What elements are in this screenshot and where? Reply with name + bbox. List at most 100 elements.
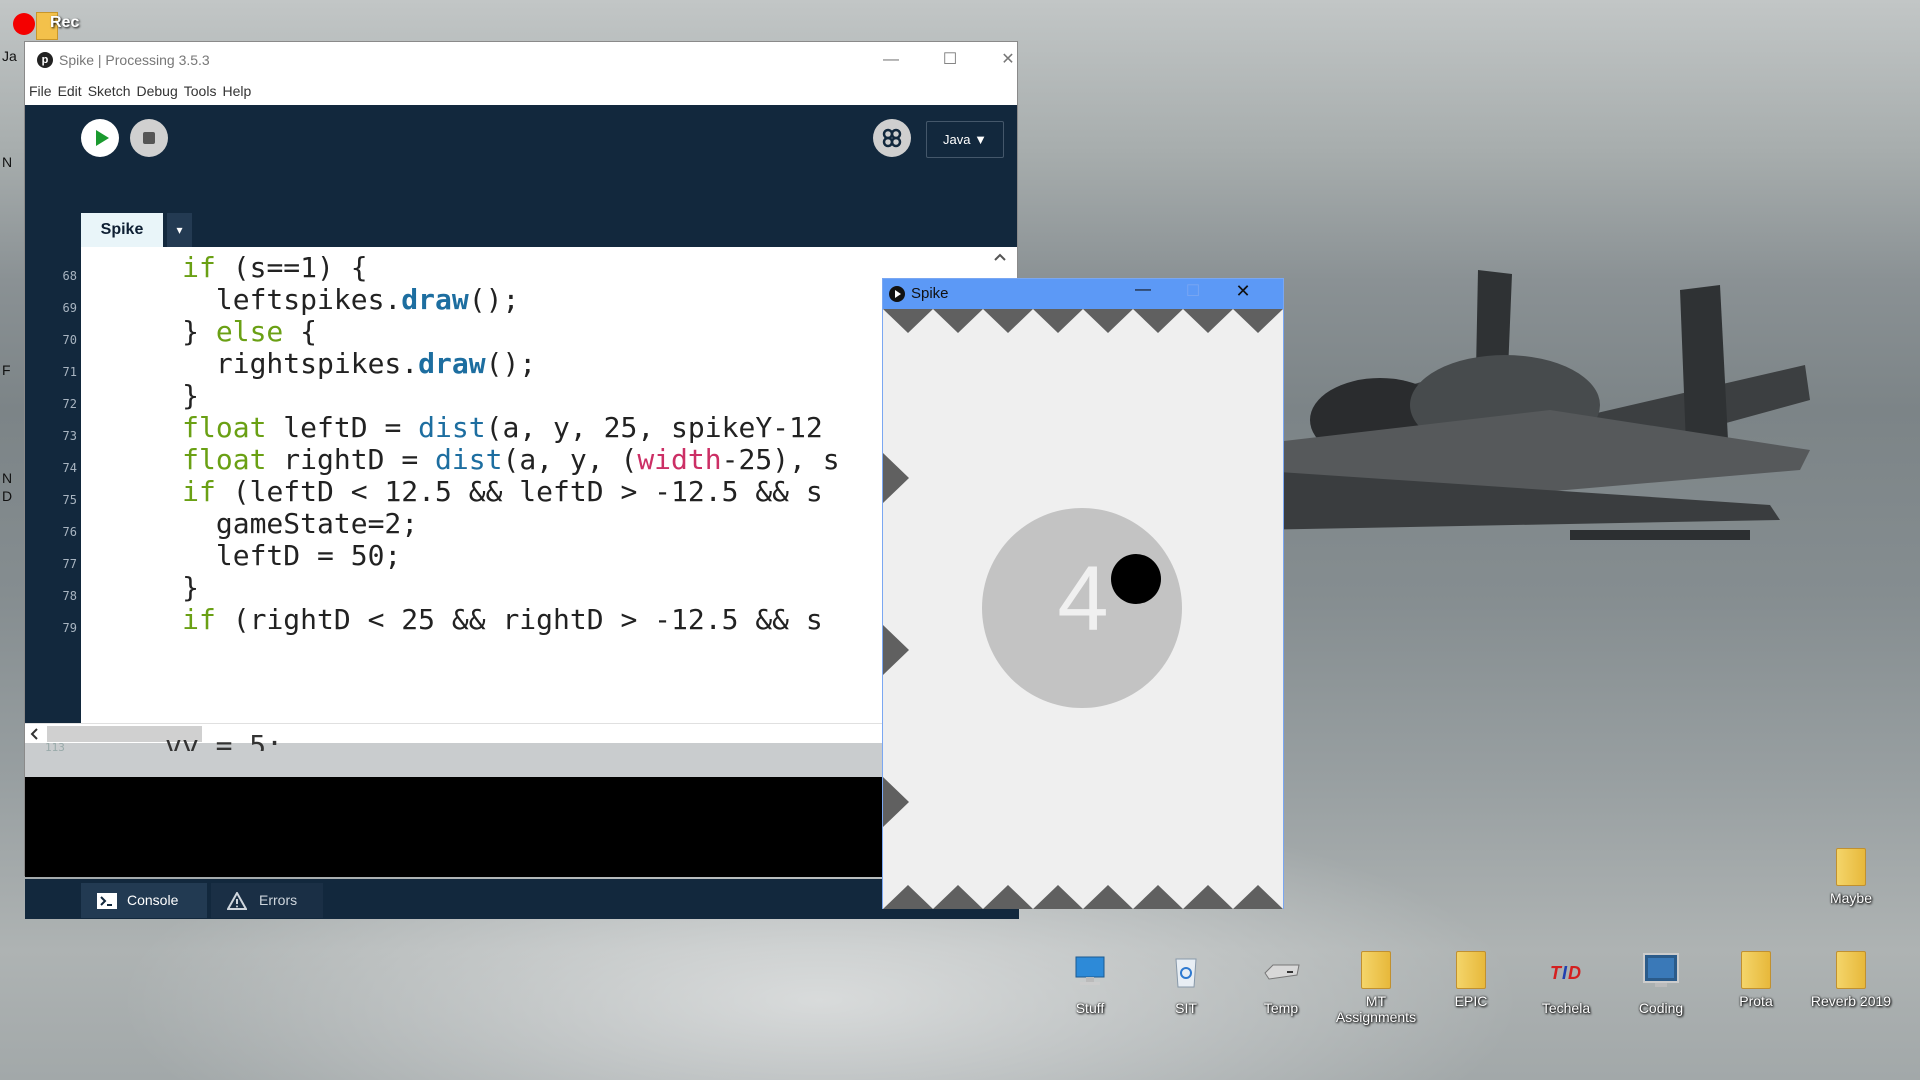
code-line: } (81, 571, 200, 604)
menu-help[interactable]: Help (222, 80, 251, 102)
scroll-left-arrow-icon[interactable] (25, 724, 45, 744)
line-number: 79 (62, 621, 77, 635)
scroll-up-arrow-icon[interactable] (987, 247, 1013, 267)
desktop-icon-temp[interactable]: Temp (1236, 951, 1326, 1016)
code-line: float leftD = dist(a, y, 25, spikeY-12 (182, 411, 823, 444)
menu-file[interactable]: File (29, 80, 52, 102)
ide-window-title: Spike | Processing 3.5.3 (59, 52, 210, 68)
run-button[interactable] (81, 119, 119, 157)
folder-icon (1741, 951, 1771, 989)
close-button[interactable]: ✕ (988, 46, 1028, 74)
desktop-icon-prota[interactable]: Prota (1711, 951, 1801, 1009)
code-line: float rightD = dist(a, y, (width-25), s (182, 443, 840, 476)
desktop-icon-label-fragment: N (2, 470, 13, 486)
ghost-line-number: 113 (45, 741, 65, 754)
sketch-window-title: Spike (911, 285, 949, 302)
code-line: rightspikes.draw(); (81, 347, 537, 380)
desktop-icon-stuff[interactable]: Stuff (1045, 951, 1135, 1016)
warning-icon (227, 892, 247, 910)
line-number: 78 (62, 589, 77, 603)
console-icon (97, 893, 117, 909)
desktop-icon-label: MT Assignments (1335, 993, 1417, 1025)
line-number-gutter: 68 69 70 71 72 73 74 75 76 77 78 79 (25, 247, 81, 723)
desktop-icon-label: Temp (1263, 1000, 1299, 1016)
code-line: leftD = 50; (81, 539, 402, 572)
desktop-icon-sit[interactable]: SIT (1141, 951, 1231, 1016)
desktop-icon-label-fragment: N (2, 154, 13, 170)
line-number: 69 (62, 301, 77, 315)
desktop-icon-label: EPIC (1454, 993, 1488, 1009)
folder-icon (1836, 848, 1866, 886)
play-icon (96, 130, 109, 146)
menu-debug[interactable]: Debug (137, 80, 178, 102)
console-tab-bar: Console Errors (25, 879, 1019, 919)
spike-sketch-window: Spike — ☐ ✕ 4 (882, 278, 1284, 909)
sketch-minimize-button[interactable]: — (1123, 281, 1163, 307)
debugger-icon (882, 128, 902, 148)
status-area: 113 vy = 5; (25, 729, 1019, 777)
left-wall-spikes (883, 453, 909, 827)
line-number: 76 (62, 525, 77, 539)
debugger-button[interactable] (873, 119, 911, 157)
record-indicator-icon[interactable] (13, 13, 35, 35)
techela-icon: TID (1550, 963, 1581, 983)
drive-icon (1264, 964, 1300, 980)
desktop-icon-label: SIT (1175, 1000, 1197, 1016)
minimize-button[interactable]: — (871, 46, 911, 74)
desktop-icon-techela[interactable]: TID Techela (1521, 951, 1611, 1016)
desktop-icon-mt-assignments[interactable]: MT Assignments (1331, 951, 1421, 1025)
tab-console[interactable]: Console (81, 883, 207, 918)
desktop-icon-label-fragment: Ja (2, 48, 17, 64)
stop-button[interactable] (130, 119, 168, 157)
line-number: 72 (62, 397, 77, 411)
recycle-bin-icon (1175, 958, 1197, 988)
svg-text:D: D (1568, 963, 1581, 983)
ide-title-bar[interactable]: p Spike | Processing 3.5.3 — ☐ ✕ (25, 42, 1017, 78)
code-editor[interactable]: if (s==1) { leftspikes.draw(); } else { … (81, 247, 1013, 723)
processing-logo-icon: p (37, 52, 53, 68)
code-line: } else { (81, 315, 318, 348)
code-line: } (81, 379, 200, 412)
menu-bar: File Edit Sketch Debug Tools Help (25, 80, 1017, 102)
desktop-icon-maybe[interactable]: Maybe (1806, 848, 1896, 906)
line-number: 73 (62, 429, 77, 443)
mode-selector[interactable]: Java ▼ (926, 121, 1004, 158)
tab-spike[interactable]: Spike (81, 213, 163, 247)
computer-icon (1075, 956, 1105, 985)
desktop-icon-label: Maybe (1829, 890, 1873, 906)
sketch-title-bar[interactable]: Spike — ☐ ✕ (883, 279, 1283, 309)
desktop-icon-label-fragment: F (2, 362, 11, 378)
maximize-button[interactable]: ☐ (930, 46, 970, 74)
monitor-icon (1643, 953, 1679, 987)
sketch-close-button[interactable]: ✕ (1223, 281, 1263, 307)
code-line: if (leftD < 12.5 && leftD > -12.5 && s (182, 475, 823, 508)
line-number: 68 (62, 269, 77, 283)
errors-tab-label: Errors (259, 892, 298, 908)
game-canvas[interactable]: 4 (883, 309, 1283, 909)
menu-sketch[interactable]: Sketch (88, 80, 131, 102)
desktop-icon-label: Reverb 2019 (1810, 993, 1892, 1009)
top-spikes (883, 309, 1283, 333)
menu-tools[interactable]: Tools (184, 80, 217, 102)
tab-errors[interactable]: Errors (211, 883, 323, 918)
desktop-icon-reverb-2019[interactable]: Reverb 2019 (1806, 951, 1896, 1009)
console-output[interactable] (25, 777, 1019, 877)
processing-play-icon (889, 286, 905, 302)
folder-icon (1836, 951, 1866, 989)
desktop-icon-label: Stuff (1075, 1000, 1105, 1016)
ghost-code-line: vy = 5; (165, 729, 284, 751)
line-number: 70 (62, 333, 77, 347)
processing-ide-window: p Spike | Processing 3.5.3 — ☐ ✕ File Edi… (24, 41, 1019, 919)
stop-icon (143, 132, 155, 144)
sketch-maximize-button[interactable]: ☐ (1173, 281, 1213, 307)
desktop-icon-epic[interactable]: EPIC (1426, 951, 1516, 1009)
desktop-icon-coding[interactable]: Coding (1616, 951, 1706, 1016)
bottom-spikes (883, 885, 1283, 909)
ide-toolbar: Java ▼ Spike ▾ (25, 105, 1017, 247)
code-line: leftspikes.draw(); (81, 283, 520, 316)
desktop-icon-label-fragment: D (2, 488, 13, 504)
desktop-icon-label: Techela (1541, 1000, 1591, 1016)
wallpaper-jet-image (1250, 270, 1810, 540)
tab-menu-arrow-icon[interactable]: ▾ (167, 213, 192, 247)
menu-edit[interactable]: Edit (58, 80, 82, 102)
